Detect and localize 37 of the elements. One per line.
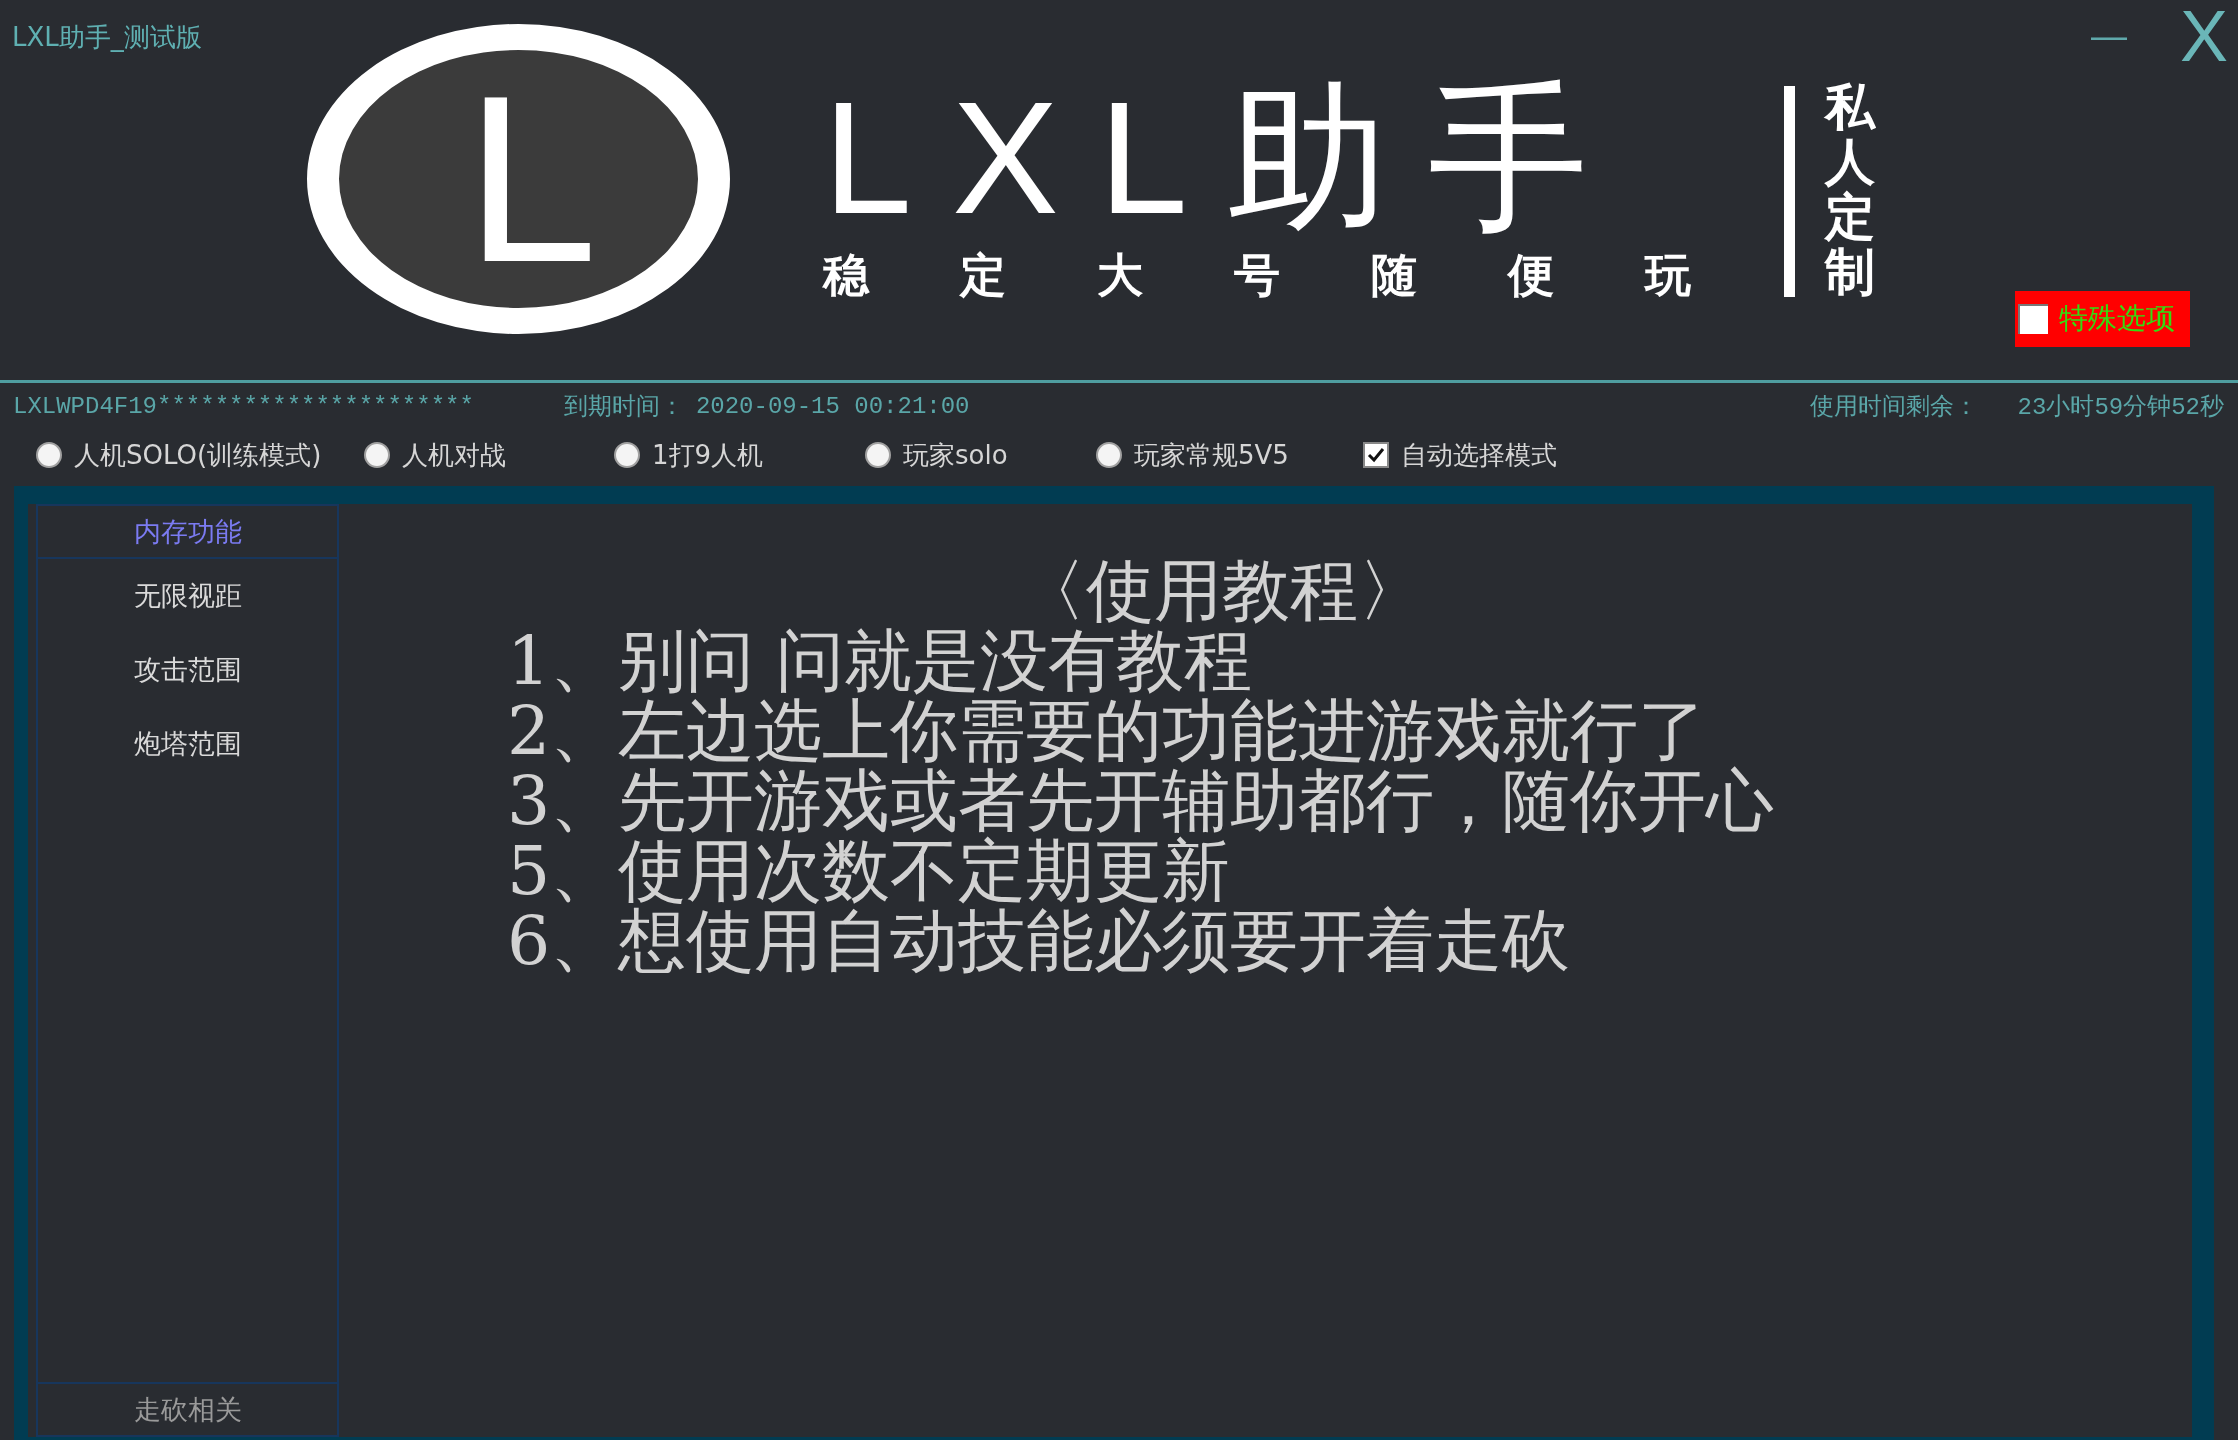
sidebar-group-header[interactable]: 走砍相关 [38, 1384, 337, 1435]
window-title: LXL助手_测试版 [12, 22, 202, 52]
tutorial-line: 3、先开游戏或者先开辅助都行，随你开心 [507, 766, 1775, 836]
sidebar-group-header[interactable]: 内存功能 [38, 506, 337, 559]
logo: L [307, 24, 730, 334]
remaining-time-value: 23小时59分钟52秒 [2017, 393, 2224, 422]
remaining-time-label: 使用时间剩余： [1809, 391, 1978, 422]
checkmark-icon [1367, 446, 1385, 464]
mode-option[interactable]: 人机SOLO(训练模式) [36, 437, 322, 473]
expiry-label: 到期时间： [563, 391, 684, 422]
radio-button[interactable] [614, 442, 640, 468]
tutorial-line: 6、想使用自动技能必须要开着走砍 [507, 906, 1571, 976]
tutorial-line: 5、使用次数不定期更新 [507, 836, 1231, 906]
expiry-value: 2020-09-15 00:21:00 [695, 392, 970, 420]
tagline-text: 私人定制 [1825, 80, 1875, 300]
checkbox[interactable] [1363, 442, 1389, 468]
radio-button[interactable] [865, 442, 891, 468]
sidebar-item[interactable]: 炮塔范围 [38, 707, 337, 781]
mode-option[interactable]: 1打9人机 [614, 437, 764, 473]
tutorial-line: 2、左边选上你需要的功能进游戏就行了 [507, 696, 1707, 766]
brand-title: LXL助手 [823, 78, 1628, 238]
checkbox[interactable] [2018, 304, 2048, 334]
minimize-button[interactable]: — [2085, 0, 2133, 72]
tutorial-line: 1、别问 问就是没有教程 [507, 626, 1252, 696]
radio-button[interactable] [1096, 442, 1122, 468]
slogan-text: 稳 定 大 号 随 便 玩 [823, 248, 1714, 303]
close-button[interactable]: X [2178, 0, 2230, 72]
mode-option[interactable]: 玩家常规5V5 [1096, 437, 1289, 473]
auto-select-option[interactable]: 自动选择模式 [1363, 437, 1557, 473]
tutorial-title: 〈使用教程〉 [1018, 556, 1426, 626]
sidebar-item[interactable]: 无限视距 [38, 559, 337, 633]
radio-button[interactable] [36, 442, 62, 468]
mode-option[interactable]: 玩家solo [865, 437, 1008, 473]
radio-button[interactable] [364, 442, 390, 468]
mode-option[interactable]: 人机对战 [364, 437, 506, 473]
sidebar-item[interactable]: 攻击范围 [38, 633, 337, 707]
license-key-text: LXLWPD4F19********************** [13, 392, 474, 420]
